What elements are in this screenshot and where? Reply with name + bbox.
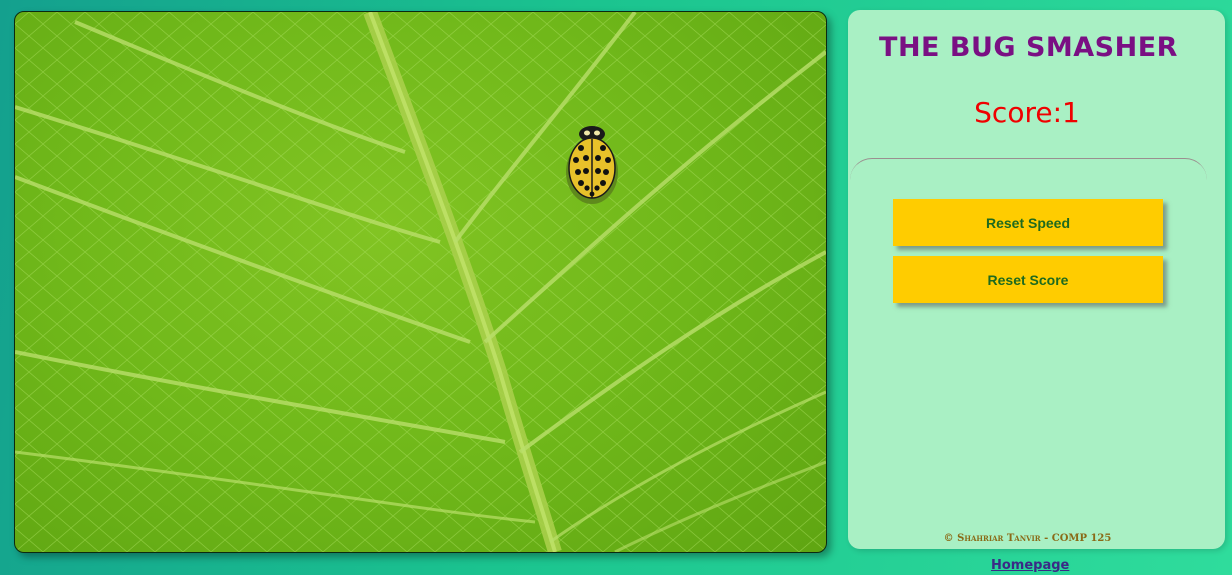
reset-speed-button[interactable]: Reset Speed <box>893 199 1163 246</box>
side-panel: THE BUG SMASHER Score:1 Reset Speed Rese… <box>848 10 1225 549</box>
reset-score-button[interactable]: Reset Score <box>893 256 1163 303</box>
homepage-link[interactable]: Homepage <box>991 558 1069 573</box>
divider <box>850 158 1207 181</box>
ladybug-icon[interactable] <box>565 124 619 204</box>
leaf-background <box>15 12 826 552</box>
copyright-footer: © Shahriar Tanvir - COMP 125 <box>943 533 1112 544</box>
page-title: THE BUG SMASHER <box>879 32 1178 63</box>
game-board[interactable] <box>14 11 827 553</box>
score-display: Score:1 <box>974 96 1080 129</box>
